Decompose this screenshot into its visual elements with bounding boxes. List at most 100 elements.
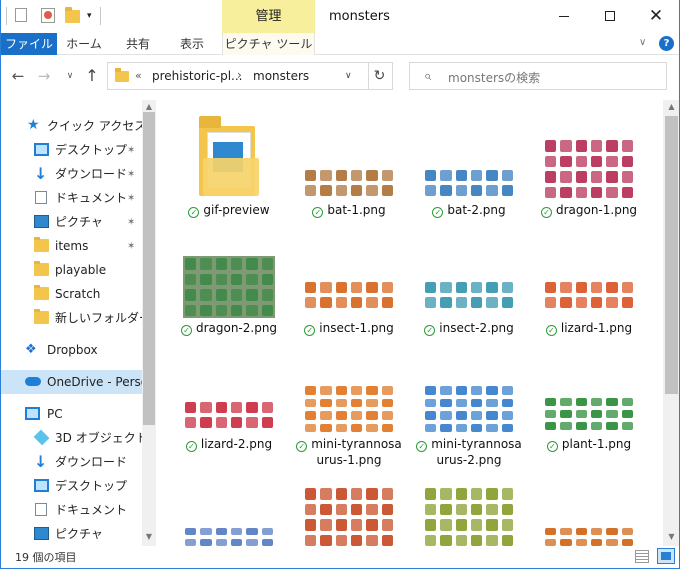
sprite-frame — [320, 282, 332, 293]
file-item[interactable] — [413, 484, 525, 546]
nav-item-downloads[interactable]: ↓ ダウンロード ✶ — [1, 162, 142, 186]
sprite-frame — [200, 528, 212, 535]
scroll-down-icon[interactable]: ▼ — [663, 530, 679, 544]
nav-item-dropbox[interactable]: ❖ Dropbox — [1, 338, 142, 362]
expand-ribbon-icon[interactable]: ∨ — [639, 37, 646, 48]
up-arrow-icon[interactable]: ↑ — [81, 66, 103, 86]
file-item-dragon-1[interactable]: ✓ dragon-1.png — [533, 108, 645, 218]
breadcrumb-separator-icon[interactable]: › — [237, 68, 242, 82]
help-icon[interactable]: ? — [659, 36, 674, 51]
file-item-plant-1[interactable]: ✓ plant-1.png — [533, 344, 645, 474]
scroll-down-icon[interactable]: ▼ — [142, 530, 156, 544]
sprite-frame — [545, 186, 557, 198]
sprite-frame — [335, 519, 347, 531]
forward-arrow-icon[interactable]: → — [33, 66, 55, 86]
sprite-frame — [185, 289, 197, 301]
details-view-icon[interactable] — [635, 550, 649, 563]
file-item-bat-1[interactable]: ✓ bat-1.png — [293, 108, 405, 218]
nav-item-3d-objects[interactable]: 3D オブジェクト — [1, 426, 142, 450]
sprite-frame — [471, 534, 483, 546]
minimize-button[interactable] — [541, 0, 587, 32]
sprite-frame — [455, 519, 467, 531]
tab-share[interactable]: 共有 — [114, 33, 162, 55]
file-item[interactable] — [173, 484, 285, 546]
pin-icon[interactable]: ✶ — [127, 187, 135, 210]
file-item-insect-1[interactable]: ✓ insect-1.png — [293, 226, 405, 336]
nav-item-pc-documents[interactable]: ドキュメント — [1, 498, 142, 522]
close-button[interactable]: ✕ — [633, 0, 679, 32]
sprite-frame — [200, 273, 212, 285]
sprite-frame — [425, 185, 437, 196]
qat-document-icon[interactable] — [15, 8, 27, 22]
nav-item-new-folder-2[interactable]: 新しいフォルダー2 — [1, 306, 142, 330]
sprite-frame — [575, 528, 587, 535]
file-item[interactable] — [533, 484, 645, 546]
back-arrow-icon[interactable]: ← — [7, 66, 29, 86]
refresh-icon[interactable]: ↻ — [367, 62, 393, 90]
nav-item-items[interactable]: items ✶ — [1, 234, 142, 258]
qat-properties-icon[interactable] — [41, 8, 55, 23]
nav-item-pc-desktop[interactable]: デスクトップ — [1, 474, 142, 498]
sprite-frame — [560, 140, 572, 152]
scroll-up-icon[interactable]: ▲ — [663, 100, 679, 114]
sync-status-icon: ✓ — [416, 441, 428, 452]
sprite-frame — [575, 410, 587, 418]
sprite-frame — [366, 534, 378, 546]
nav-item-playable[interactable]: playable — [1, 258, 142, 282]
file-item-insect-2[interactable]: ✓ insect-2.png — [413, 226, 525, 336]
nav-quick-access[interactable]: ★ クイック アクセス — [1, 114, 142, 138]
3d-objects-icon — [33, 429, 50, 446]
sprite-frame — [351, 534, 363, 546]
nav-item-pc-downloads[interactable]: ↓ ダウンロード — [1, 450, 142, 474]
folder-item-gif-preview[interactable]: ✓ gif-preview — [173, 108, 285, 218]
file-item-dragon-2[interactable]: ✓ dragon-2.png — [173, 226, 285, 336]
sprite-frame — [621, 528, 633, 535]
image-thumbnail — [423, 168, 515, 198]
tab-file[interactable]: ファイル — [1, 33, 57, 55]
file-item-mini-tyrannosaurus-1[interactable]: ✓ mini-tyrannosa urus-1.png — [293, 344, 405, 474]
file-item-lizard-2[interactable]: ✓ lizard-2.png — [173, 344, 285, 474]
sprite-frame — [381, 519, 393, 531]
address-dropdown-icon[interactable]: ∨ — [345, 71, 352, 81]
recent-locations-icon[interactable]: ∨ — [59, 66, 81, 86]
sprite-frame — [215, 258, 227, 270]
qat-new-folder-icon[interactable] — [65, 7, 80, 23]
search-input[interactable]: ⌕ monstersの検索 — [409, 62, 667, 90]
nav-item-desktop[interactable]: デスクトップ ✶ — [1, 138, 142, 162]
breadcrumb-item[interactable]: prehistoric-pl... — [152, 69, 243, 83]
tab-picture-tools[interactable]: ピクチャ ツール — [222, 33, 315, 55]
file-name: plant-1.png — [561, 437, 632, 451]
large-icons-view-icon[interactable] — [657, 548, 675, 564]
nav-scrollbar-thumb[interactable] — [143, 112, 155, 425]
pin-icon[interactable]: ✶ — [127, 211, 135, 234]
file-item-bat-2[interactable]: ✓ bat-2.png — [413, 108, 525, 218]
nav-item-documents[interactable]: ドキュメント ✶ — [1, 186, 142, 210]
file-item[interactable] — [293, 484, 405, 546]
content-scrollbar-thumb[interactable] — [665, 116, 678, 394]
sprite-frame — [305, 170, 317, 181]
pin-icon[interactable]: ✶ — [127, 163, 135, 186]
nav-item-pc-pictures[interactable]: ピクチャ — [1, 522, 142, 546]
sprite-frame — [335, 282, 347, 293]
nav-item-pictures[interactable]: ピクチャ ✶ — [1, 210, 142, 234]
sprite-frame — [351, 398, 363, 407]
pin-icon[interactable]: ✶ — [127, 139, 135, 162]
sprite-frame — [366, 423, 378, 432]
qat-customize-icon[interactable]: ▾ — [87, 10, 92, 26]
sprite-frame — [246, 258, 258, 270]
sprite-frame — [486, 398, 498, 407]
file-item-lizard-1[interactable]: ✓ lizard-1.png — [533, 226, 645, 336]
breadcrumb-overflow[interactable]: « — [135, 69, 142, 82]
nav-item-pc[interactable]: PC — [1, 402, 142, 426]
maximize-button[interactable] — [587, 0, 633, 32]
nav-item-onedrive[interactable]: OneDrive - Personal — [1, 370, 142, 394]
pin-icon[interactable]: ✶ — [127, 235, 135, 258]
tab-home[interactable]: ホーム — [59, 33, 109, 55]
sprite-frame — [425, 386, 437, 395]
tab-view[interactable]: 表示 — [167, 33, 217, 55]
address-bar[interactable]: « prehistoric-pl... › monsters ∨ — [107, 62, 369, 90]
file-item-mini-tyrannosaurus-2[interactable]: ✓ mini-tyrannosa urus-2.png — [413, 344, 525, 474]
sprite-frame — [545, 155, 557, 167]
breadcrumb-item[interactable]: monsters — [253, 69, 309, 83]
nav-item-scratch[interactable]: Scratch — [1, 282, 142, 306]
